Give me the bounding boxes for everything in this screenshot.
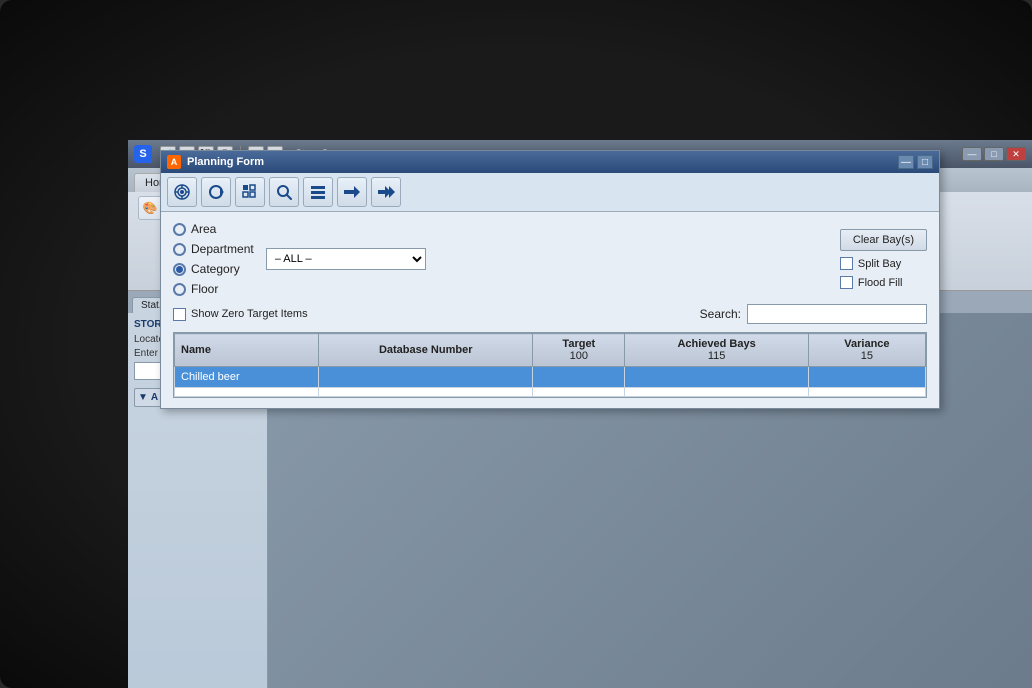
table-row[interactable]: Chilled beer — [175, 367, 926, 388]
cell-variance — [808, 388, 925, 397]
flood-fill-checkbox-row: Flood Fill — [840, 276, 927, 289]
radio-department-label: Department — [191, 242, 254, 256]
pf-tool-grid-icon[interactable] — [235, 177, 265, 207]
planning-form-table: Name Database Number Target100 Achieved … — [173, 332, 927, 398]
search-row: Search: — [700, 304, 927, 324]
palette-icon[interactable]: 🎨 — [138, 196, 162, 220]
radio-floor[interactable]: Floor — [173, 282, 254, 296]
radio-category-label: Category — [191, 262, 240, 276]
pf-tool-list-icon[interactable] — [303, 177, 333, 207]
minimize-button[interactable]: — — [962, 147, 982, 161]
window-controls: — □ ✕ — [962, 147, 1026, 161]
cell-variance — [808, 367, 925, 388]
cell-target — [533, 367, 625, 388]
show-zero-target-label: Show Zero Target Items — [191, 308, 308, 320]
col-target: Target100 — [533, 334, 625, 367]
close-button[interactable]: ✕ — [1006, 147, 1026, 161]
radio-category[interactable]: Category — [173, 262, 254, 276]
table-row[interactable] — [175, 388, 926, 397]
search-input[interactable] — [747, 304, 927, 324]
cell-database-number — [319, 367, 533, 388]
radio-floor-circle — [173, 283, 186, 296]
data-table: Name Database Number Target100 Achieved … — [174, 333, 926, 397]
cell-name — [175, 388, 319, 397]
cell-database-number — [319, 388, 533, 397]
clear-bay-button[interactable]: Clear Bay(s) — [840, 229, 927, 251]
planning-form-window-buttons: — □ — [898, 155, 933, 169]
category-select[interactable]: – ALL – — [266, 248, 426, 270]
pf-tool-arrow-right-icon[interactable] — [337, 177, 367, 207]
radio-area-label: Area — [191, 222, 216, 236]
pf-tool-target-icon[interactable] — [167, 177, 197, 207]
section-label: A — [151, 392, 158, 403]
pf-tool-search-icon[interactable] — [269, 177, 299, 207]
radio-department-circle — [173, 243, 186, 256]
pf-tool-refresh-icon[interactable] — [201, 177, 231, 207]
flood-fill-label: Flood Fill — [858, 277, 903, 289]
filter-row: Show Zero Target Items Search: — [173, 304, 927, 324]
col-achieved-bays: Achieved Bays115 — [625, 334, 808, 367]
radio-group: Area Department Category Floor — [173, 222, 254, 296]
pf-tool-forward-icon[interactable] — [371, 177, 401, 207]
radio-area-circle — [173, 223, 186, 236]
expand-icon[interactable]: ▼ — [138, 392, 148, 403]
search-label: Search: — [700, 307, 741, 321]
right-buttons: Clear Bay(s) Split Bay Flood Fill — [840, 229, 927, 289]
planning-form-title: Planning Form — [187, 156, 264, 168]
split-bay-checkbox[interactable] — [840, 257, 853, 270]
radio-department[interactable]: Department — [173, 242, 254, 256]
planning-form: A Planning Form — □ — [160, 150, 940, 409]
split-bay-checkbox-row: Split Bay — [840, 257, 927, 270]
app-logo: S — [134, 145, 152, 163]
planning-form-minimize-button[interactable]: — — [898, 155, 914, 169]
split-bay-label: Split Bay — [858, 258, 901, 270]
radio-floor-label: Floor — [191, 282, 218, 296]
maximize-button[interactable]: □ — [984, 147, 1004, 161]
cell-name: Chilled beer — [175, 367, 319, 388]
radio-category-circle — [173, 263, 186, 276]
col-name: Name — [175, 334, 319, 367]
col-variance: Variance15 — [808, 334, 925, 367]
options-row: Area Department Category Floor – ALL – — [173, 222, 927, 296]
cell-achieved — [625, 388, 808, 397]
planning-form-maximize-button[interactable]: □ — [917, 155, 933, 169]
planning-form-logo: A — [167, 155, 181, 169]
show-zero-target-row: Show Zero Target Items — [173, 308, 308, 321]
radio-area[interactable]: Area — [173, 222, 254, 236]
show-zero-target-checkbox[interactable] — [173, 308, 186, 321]
col-database-number: Database Number — [319, 334, 533, 367]
cell-achieved — [625, 367, 808, 388]
planning-form-titlebar: A Planning Form — □ — [161, 151, 939, 173]
cell-target — [533, 388, 625, 397]
planning-form-toolbar — [161, 173, 939, 212]
flood-fill-checkbox[interactable] — [840, 276, 853, 289]
planning-form-content: Area Department Category Floor – ALL – — [161, 212, 939, 408]
